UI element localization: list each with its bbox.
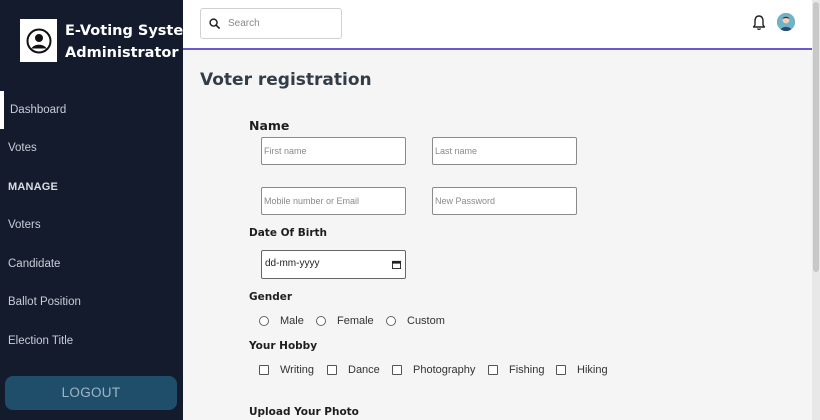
gender-custom-label: Custom: [407, 315, 445, 327]
gender-label: Gender: [249, 291, 293, 303]
name-label: Name: [249, 118, 290, 133]
hobby-checkbox-hiking[interactable]: [556, 365, 566, 375]
brand-title-line1: E-Voting System: [65, 23, 199, 39]
sidebar-item-ballot-position[interactable]: Ballot Position: [0, 283, 183, 321]
profile-avatar[interactable]: [777, 13, 795, 31]
gender-radio-female[interactable]: [316, 316, 326, 326]
hobby-checkbox-fishing[interactable]: [488, 365, 498, 375]
hobby-checkbox-dance[interactable]: [327, 365, 337, 375]
sidebar-item-election-title[interactable]: Election Title: [0, 322, 183, 360]
password-input[interactable]: [432, 187, 577, 215]
gender-radio-male[interactable]: [259, 316, 269, 326]
hobby-writing-label: Writing: [280, 364, 315, 376]
logout-button[interactable]: LOGOUT: [5, 376, 177, 410]
hobby-label: Your Hobby: [249, 340, 318, 352]
search-icon: [209, 18, 220, 29]
sidebar-item-dashboard[interactable]: Dashboard: [0, 91, 183, 129]
hobby-checkbox-photography[interactable]: [392, 365, 402, 375]
gender-option-male[interactable]: Male: [259, 315, 304, 327]
hobby-option-hiking[interactable]: Hiking: [556, 364, 608, 376]
hobby-option-writing[interactable]: Writing: [259, 364, 314, 376]
gender-male-label: Male: [280, 315, 304, 327]
calendar-icon[interactable]: [392, 260, 401, 269]
top-header: [183, 0, 812, 50]
hobby-option-dance[interactable]: Dance: [327, 364, 380, 376]
brand-title-line2: Administrator: [65, 45, 179, 61]
sidebar-item-candidate[interactable]: Candidate: [0, 245, 183, 283]
gender-female-label: Female: [337, 315, 374, 327]
profile-photo-icon: [777, 13, 795, 31]
user-avatar-icon: [20, 19, 57, 62]
search-input[interactable]: [228, 18, 328, 29]
hobby-checkbox-writing[interactable]: [259, 365, 269, 375]
gender-option-female[interactable]: Female: [316, 315, 374, 327]
sidebar-item-voters[interactable]: Voters: [0, 206, 183, 244]
gender-option-custom[interactable]: Custom: [386, 315, 445, 327]
brand-title: E-Voting System Administrator: [65, 20, 199, 64]
hobby-hiking-label: Hiking: [577, 364, 608, 376]
hobby-option-fishing[interactable]: Fishing: [488, 364, 544, 376]
hobby-dance-label: Dance: [348, 364, 380, 376]
gender-radio-custom[interactable]: [386, 316, 396, 326]
dob-input[interactable]: dd-mm-yyyy: [261, 250, 406, 279]
sidebar-section-manage: MANAGE: [8, 181, 59, 193]
page-scrollbar[interactable]: [812, 0, 820, 420]
dob-value: dd-mm-yyyy: [265, 258, 320, 269]
contact-input[interactable]: [261, 187, 406, 215]
sidebar-item-votes[interactable]: Votes: [0, 129, 183, 167]
search-box[interactable]: [200, 8, 342, 39]
first-name-input[interactable]: [261, 137, 406, 165]
page-title: Voter registration: [200, 70, 372, 90]
hobby-photography-label: Photography: [413, 364, 476, 376]
bell-icon[interactable]: [751, 14, 767, 32]
last-name-input[interactable]: [432, 137, 577, 165]
hobby-option-photography[interactable]: Photography: [392, 364, 475, 376]
sidebar: E-Voting System Administrator Dashboard …: [0, 0, 199, 420]
brand: E-Voting System Administrator: [0, 0, 199, 88]
hobby-fishing-label: Fishing: [509, 364, 545, 376]
upload-photo-label: Upload Your Photo: [249, 406, 359, 418]
scrollbar-thumb[interactable]: [813, 2, 819, 272]
dob-label: Date Of Birth: [249, 227, 328, 239]
